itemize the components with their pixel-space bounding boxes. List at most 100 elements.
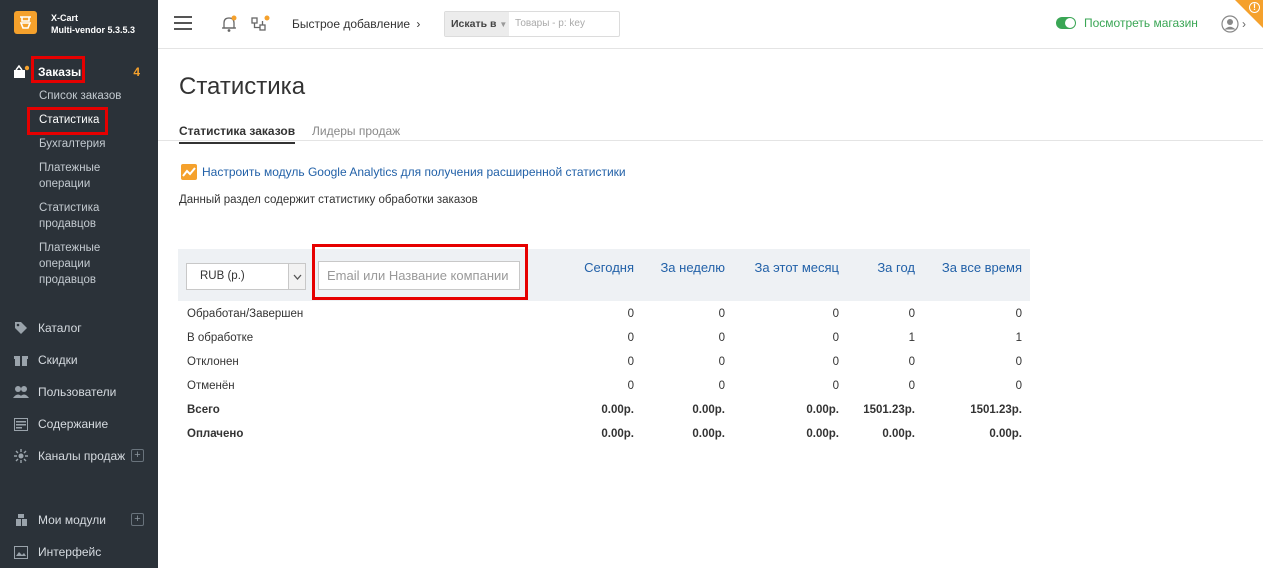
sidebar-item-my-modules[interactable]: Мои модули + <box>0 509 158 531</box>
statistics-table-header: RUB (р.) Email или Название компании Сег… <box>178 249 1030 301</box>
search-input[interactable]: Товары - р: key <box>509 12 585 36</box>
cell-value: 1 <box>908 332 915 344</box>
table-row: Обработан/Завершен 0 0 0 0 0 <box>178 301 1030 325</box>
sidebar-item-content[interactable]: Содержание <box>0 413 158 435</box>
page-description: Данный раздел содержит статистику обрабо… <box>179 194 478 206</box>
sidebar-item-label: Содержание <box>38 417 109 431</box>
cell-value: 0.00р. <box>601 428 634 440</box>
brand-version: Multi-vendor 5.3.5.3 <box>51 25 136 35</box>
cell-value: 0 <box>908 308 915 320</box>
highlight-box-company-filter <box>312 244 528 300</box>
cell-value: 0 <box>1015 308 1022 320</box>
page-title: Статистика <box>179 73 306 100</box>
row-label: Отклонен <box>187 356 239 368</box>
cell-value: 0 <box>908 380 915 392</box>
column-header-year[interactable]: За год <box>877 260 915 275</box>
brand-name: X-Cart <box>51 13 79 23</box>
cell-value: 0.00р. <box>692 428 725 440</box>
quick-add-menu[interactable]: Быстрое добавление › <box>292 17 420 31</box>
chevron-down-icon: ▼ <box>499 20 508 29</box>
highlight-box-statistics <box>27 107 108 135</box>
column-header-week[interactable]: За неделю <box>660 260 725 275</box>
header-search: Искать в ▼ Товары - р: key <box>444 11 620 37</box>
row-label: Обработан/Завершен <box>187 308 304 320</box>
cell-value: 0 <box>908 356 915 368</box>
sidebar-item-discounts[interactable]: Скидки <box>0 349 158 371</box>
cell-value: 0 <box>832 332 839 344</box>
search-scope-label: Искать в <box>451 18 497 30</box>
cell-value: 1501.23р. <box>970 404 1022 416</box>
row-label: Отменён <box>187 380 235 392</box>
sidebar-item-label: Каналы продаж <box>38 449 126 463</box>
sales-channels-icon <box>12 448 30 464</box>
sidebar-sub-vendor-payment-transactions[interactable]: Платежные операции продавцов <box>0 240 110 288</box>
brand[interactable]: X-Cart Multi-vendor 5.3.5.3 <box>14 11 135 36</box>
sidebar-item-label: Каталог <box>38 321 82 335</box>
currency-value: RUB (р.) <box>200 270 245 282</box>
sidebar-sub-payment-transactions[interactable]: Платежные операции <box>0 160 110 200</box>
currency-select[interactable]: RUB (р.) <box>186 263 306 290</box>
expand-plus-icon[interactable]: + <box>131 513 144 526</box>
sidebar-item-catalog[interactable]: Каталог <box>0 317 158 339</box>
sidebar-item-users[interactable]: Пользователи <box>0 381 158 403</box>
view-store-link[interactable]: Посмотреть магазин <box>1056 16 1198 30</box>
cell-value: 0.00р. <box>806 428 839 440</box>
cell-value: 0 <box>627 308 634 320</box>
gift-icon <box>12 352 30 368</box>
cell-value: 0.00р. <box>692 404 725 416</box>
cell-value: 0.00р. <box>882 428 915 440</box>
alert-icon[interactable]: ! <box>1249 2 1260 13</box>
orders-icon <box>12 64 30 80</box>
table-row-paid: Оплачено 0.00р. 0.00р. 0.00р. 0.00р. 0.0… <box>178 421 1030 445</box>
notifications-bell-icon[interactable] <box>220 15 238 38</box>
sidebar-item-label: Интерфейс <box>38 545 102 559</box>
cell-value: 0 <box>718 308 725 320</box>
view-store-label: Посмотреть магазин <box>1084 16 1198 30</box>
column-header-all-time[interactable]: За все время <box>942 260 1022 275</box>
cell-value: 0 <box>718 380 725 392</box>
interface-icon <box>12 544 30 560</box>
cell-value: 0 <box>1015 356 1022 368</box>
tag-icon <box>12 320 30 336</box>
sidebar: X-Cart Multi-vendor 5.3.5.3 Заказы 4 Спи… <box>0 0 158 568</box>
column-header-month[interactable]: За этот месяц <box>754 260 839 275</box>
chevron-down-icon <box>288 264 305 289</box>
sidebar-sub-vendor-statistics[interactable]: Статистика продавцов <box>0 200 110 240</box>
cell-value: 0 <box>832 380 839 392</box>
table-row: Отменён 0 0 0 0 0 <box>178 373 1030 397</box>
expand-plus-icon[interactable]: + <box>131 449 144 462</box>
cell-value: 0 <box>718 356 725 368</box>
modules-icon <box>12 512 30 528</box>
sidebar-sub-accounting[interactable]: Бухгалтерия <box>0 136 158 160</box>
tab-order-statistics[interactable]: Статистика заказов <box>179 124 296 144</box>
sidebar-item-label: Скидки <box>38 353 78 367</box>
cell-value: 0 <box>1015 380 1022 392</box>
cell-value: 0.00р. <box>601 404 634 416</box>
statistics-table: RUB (р.) Email или Название компании Сег… <box>178 249 1030 445</box>
google-analytics-link-text: Настроить модуль Google Analytics для по… <box>202 165 626 179</box>
table-row: Отклонен 0 0 0 0 0 <box>178 349 1030 373</box>
cell-value: 0.00р. <box>989 428 1022 440</box>
highlight-box-orders <box>31 56 85 83</box>
chevron-right-icon: › <box>416 17 421 31</box>
google-analytics-link[interactable]: Настроить модуль Google Analytics для по… <box>181 164 626 180</box>
quick-add-label: Быстрое добавление <box>292 17 411 31</box>
tabs: Статистика заказов Лидеры продаж <box>158 118 1263 144</box>
row-label: Оплачено <box>187 428 244 440</box>
menu-hamburger-icon[interactable] <box>174 16 192 31</box>
search-scope-select[interactable]: Искать в ▼ <box>445 12 509 36</box>
cell-value: 1 <box>1015 332 1022 344</box>
column-header-today[interactable]: Сегодня <box>584 260 634 275</box>
content-icon <box>12 416 30 432</box>
sidebar-item-label: Мои модули <box>38 513 106 527</box>
sidebar-item-sales-channels[interactable]: Каналы продаж + <box>0 445 158 467</box>
cell-value: 0 <box>832 356 839 368</box>
sidebar-item-interface[interactable]: Интерфейс <box>0 541 158 563</box>
tab-bestsellers[interactable]: Лидеры продаж <box>312 124 400 138</box>
cell-value: 0 <box>627 380 634 392</box>
table-row-total: Всего 0.00р. 0.00р. 0.00р. 1501.23р. 150… <box>178 397 1030 421</box>
cell-value: 0 <box>832 308 839 320</box>
store-toggle-icon[interactable] <box>1056 17 1076 29</box>
row-label: Всего <box>187 404 220 416</box>
marketplace-network-icon[interactable] <box>251 15 271 38</box>
